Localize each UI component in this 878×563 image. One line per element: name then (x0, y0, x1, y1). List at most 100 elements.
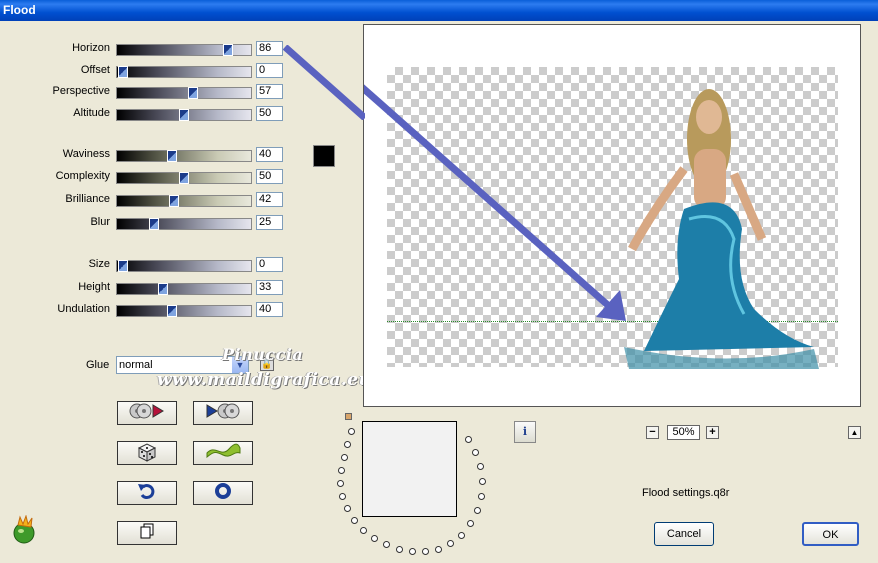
horizon-slider[interactable] (116, 44, 252, 56)
dial-dot[interactable] (338, 467, 345, 474)
annotation-arrow (364, 84, 626, 321)
undulation-slider[interactable] (116, 305, 252, 317)
dial-dot[interactable] (344, 505, 351, 512)
dial-dot[interactable] (351, 517, 358, 524)
chevron-up-icon[interactable]: ▲ (848, 426, 861, 439)
perspective-value-field[interactable]: 57 (256, 84, 283, 99)
height-value-field[interactable]: 33 (256, 280, 283, 295)
brilliance-slider-thumb[interactable] (169, 195, 180, 207)
watermark-url: www.maildigrafica.eu (157, 370, 372, 390)
dial-dot[interactable] (474, 507, 481, 514)
complexity-row: Complexity 50 (0, 169, 290, 185)
dial-dot[interactable] (467, 520, 474, 527)
ok-button[interactable]: OK (802, 522, 859, 546)
dial-dot[interactable] (396, 546, 403, 553)
complexity-slider-thumb[interactable] (179, 172, 189, 184)
dial-dot[interactable] (447, 540, 454, 547)
dial-dot[interactable] (409, 548, 416, 555)
horizon-row: Horizon 86 (0, 41, 290, 57)
dice-icon (137, 443, 157, 462)
dial-dot[interactable] (479, 478, 486, 485)
complexity-slider[interactable] (116, 172, 252, 184)
perspective-row: Perspective 57 (0, 84, 290, 100)
dial-dot[interactable] (360, 527, 367, 534)
altitude-value-field[interactable]: 50 (256, 106, 283, 121)
offset-label: Offset (80, 64, 110, 76)
dial-dot[interactable] (477, 463, 484, 470)
offset-slider[interactable] (116, 66, 252, 78)
blur-slider-thumb[interactable] (148, 218, 159, 230)
dial-dot[interactable] (341, 454, 348, 461)
dial-dot[interactable] (458, 532, 465, 539)
copy-button[interactable] (117, 521, 177, 545)
dial-dot[interactable] (371, 535, 378, 542)
dial-dot[interactable] (465, 436, 472, 443)
altitude-label: Altitude (73, 107, 110, 119)
complexity-value-field[interactable]: 50 (256, 169, 283, 184)
dial-dot[interactable] (422, 548, 429, 555)
blur-slider[interactable] (116, 218, 252, 230)
brilliance-slider[interactable] (116, 195, 252, 207)
brilliance-value-field[interactable]: 42 (256, 192, 283, 207)
annotation-arrow-tail (283, 45, 365, 120)
horizon-value-field[interactable]: 86 (256, 41, 283, 56)
perspective-slider[interactable] (116, 87, 252, 99)
height-label: Height (78, 281, 110, 293)
preview-pane[interactable] (363, 24, 861, 407)
size-value-field[interactable]: 0 (256, 257, 283, 272)
dial-dot[interactable] (478, 493, 485, 500)
offset-value-field[interactable]: 0 (256, 63, 283, 78)
dial-dot[interactable] (339, 493, 346, 500)
horizon-slider-thumb[interactable] (222, 44, 233, 56)
perspective-label: Perspective (52, 85, 110, 97)
dial-dot[interactable] (435, 546, 442, 553)
flood-dialog: Flood Horizon 86 Offset 0 Perspective 57… (0, 0, 878, 563)
zoom-out-button[interactable]: − (646, 426, 659, 439)
flaming-pear-logo-icon (13, 515, 35, 544)
altitude-slider-thumb[interactable] (179, 109, 189, 121)
complexity-label: Complexity (55, 170, 110, 182)
dial-dot[interactable] (344, 441, 351, 448)
size-label: Size (88, 258, 110, 270)
offset-slider-thumb[interactable] (118, 66, 128, 78)
waviness-slider[interactable] (116, 150, 252, 162)
undulation-row: Undulation 40 (0, 302, 290, 318)
navigator-handle[interactable] (345, 413, 352, 420)
undulation-label: Undulation (57, 303, 110, 315)
title-bar: Flood (0, 0, 878, 21)
waviness-value-field[interactable]: 40 (256, 147, 283, 162)
window-title: Flood (3, 3, 36, 17)
reset-button[interactable] (193, 481, 253, 505)
height-slider[interactable] (116, 283, 252, 295)
glue-label: Glue (86, 359, 110, 371)
height-slider-thumb[interactable] (158, 283, 169, 295)
size-slider[interactable] (116, 260, 252, 272)
cancel-button[interactable]: Cancel (654, 522, 714, 546)
undulation-value-field[interactable]: 40 (256, 302, 283, 317)
dial-dot[interactable] (337, 480, 344, 487)
wave-icon (206, 443, 241, 459)
size-slider-thumb[interactable] (118, 260, 128, 272)
perspective-slider-thumb[interactable] (187, 87, 198, 99)
blur-value-field[interactable]: 25 (256, 215, 283, 230)
save-preset-button[interactable] (193, 401, 253, 425)
waviness-slider-thumb[interactable] (166, 150, 177, 162)
wave-button[interactable] (193, 441, 253, 465)
water-color-swatch[interactable] (313, 145, 335, 167)
dial-dot[interactable] (472, 449, 479, 456)
randomize-button[interactable] (117, 441, 177, 465)
horizon-label: Horizon (72, 42, 110, 54)
info-button[interactable]: i (514, 421, 536, 443)
altitude-slider[interactable] (116, 109, 252, 121)
dial-dot[interactable] (348, 428, 355, 435)
load-preset-button[interactable] (117, 401, 177, 425)
dial-dot[interactable] (383, 541, 390, 548)
zoom-in-button[interactable]: + (706, 426, 719, 439)
save-preset-icon (206, 403, 240, 419)
blur-label: Blur (90, 216, 110, 228)
navigator-thumbnail[interactable] (362, 421, 457, 517)
undulation-slider-thumb[interactable] (166, 305, 177, 317)
brilliance-row: Brilliance 42 (0, 192, 290, 208)
undo-button[interactable] (117, 481, 177, 505)
zoom-level: 50% (667, 425, 700, 440)
